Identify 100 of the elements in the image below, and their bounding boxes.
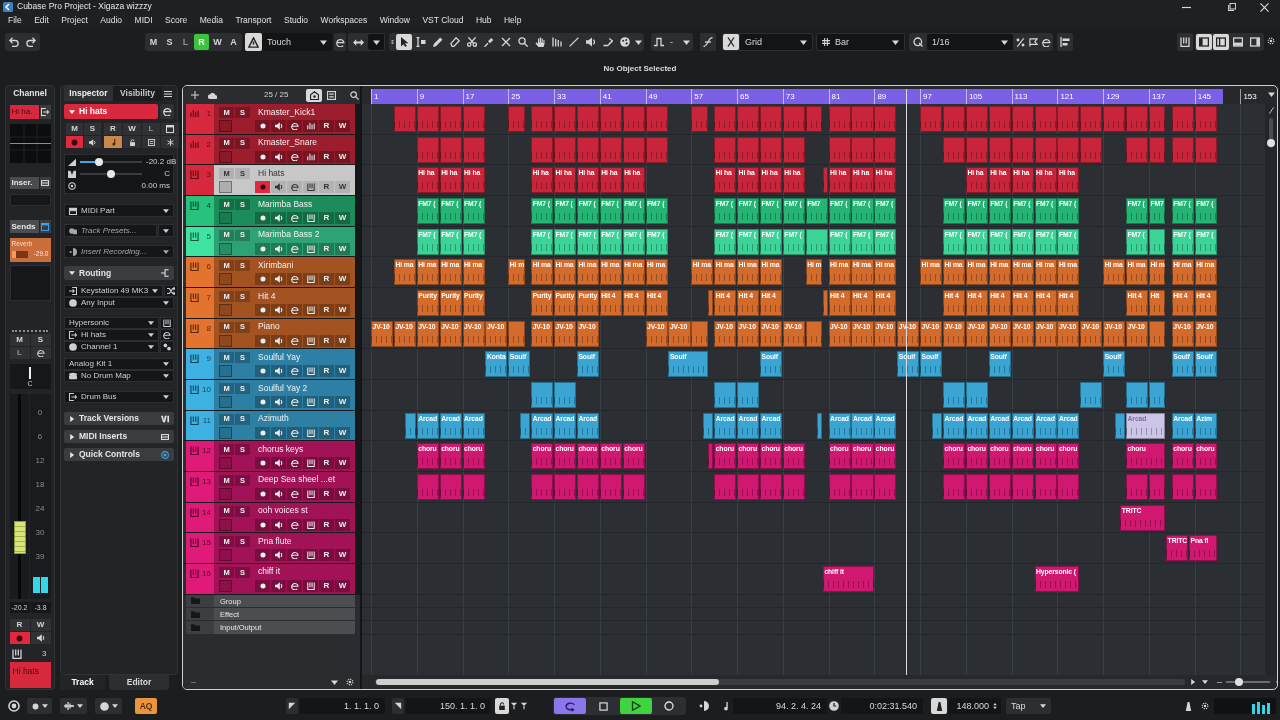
quantize-dropdown[interactable]: 1/16 xyxy=(927,34,1013,50)
read-button[interactable]: R xyxy=(319,518,334,531)
routing-dropdown[interactable]: Analog Kit 1 xyxy=(64,358,174,370)
play-button[interactable] xyxy=(620,698,652,714)
routing-dropdown[interactable]: Keystation 49 MK3 xyxy=(64,285,164,297)
lower-zone-tab[interactable]: Track xyxy=(60,675,105,690)
left-locator-button[interactable] xyxy=(286,698,298,714)
midi-part[interactable] xyxy=(931,412,943,439)
lower-zone-tab[interactable]: Editor xyxy=(109,675,169,690)
lane-toggle[interactable] xyxy=(219,303,232,316)
channel-tab[interactable]: Channel xyxy=(6,86,54,101)
record-enable-button[interactable] xyxy=(255,365,270,378)
monitor-button[interactable] xyxy=(271,211,286,224)
record-enable-button[interactable] xyxy=(255,150,270,163)
record-enable-button[interactable] xyxy=(255,426,270,439)
channel-toggle-button[interactable]: M xyxy=(66,123,83,135)
write-button[interactable]: W xyxy=(335,181,350,194)
automation-button[interactable]: A xyxy=(226,34,241,50)
keyboard-button[interactable] xyxy=(1177,33,1193,51)
zoom-presets-button[interactable] xyxy=(1267,90,1275,98)
lane-toggle[interactable] xyxy=(219,426,232,439)
midi-part[interactable] xyxy=(1126,381,1149,408)
position-field[interactable]: 94. 2. 4. 24 xyxy=(733,698,827,714)
zoom-tool-button[interactable] xyxy=(515,34,531,50)
instrument-button[interactable] xyxy=(303,211,318,224)
left-locator-field[interactable]: 1. 1. 1. 0 xyxy=(300,698,385,714)
routing-dropdown[interactable]: Hi hats xyxy=(64,329,159,341)
edit-instrument-button[interactable] xyxy=(287,181,302,194)
zone-toggle-button[interactable] xyxy=(1230,34,1246,50)
monitor-button[interactable] xyxy=(271,395,286,408)
routing-dropdown[interactable]: Channel 1 xyxy=(64,341,159,353)
cycle-region[interactable] xyxy=(371,89,1224,104)
menu-item[interactable]: Edit xyxy=(34,16,49,26)
monitor-button[interactable] xyxy=(271,334,286,347)
record-enable-button[interactable] xyxy=(255,518,270,531)
edit-instrument-button[interactable] xyxy=(287,334,302,347)
edit-instrument-button[interactable] xyxy=(160,104,174,119)
monitor-button[interactable] xyxy=(271,549,286,562)
note-button[interactable] xyxy=(104,136,122,148)
settings-dots-button[interactable] xyxy=(160,341,174,353)
monitor-button[interactable] xyxy=(271,181,286,194)
read-button[interactable]: R xyxy=(319,426,334,439)
read-button[interactable]: R xyxy=(319,211,334,224)
routing-section-header[interactable]: Routing xyxy=(64,266,174,280)
lane-toggle[interactable] xyxy=(219,211,232,224)
tempo-track-button[interactable] xyxy=(931,698,947,714)
mute-button[interactable]: M xyxy=(9,334,30,346)
write-button[interactable]: W xyxy=(335,365,350,378)
global-solo-button[interactable]: S xyxy=(162,34,177,50)
zone-toggle-button[interactable] xyxy=(1196,34,1212,50)
menu-item[interactable]: Project xyxy=(61,16,88,26)
routing-dropdown[interactable]: Any Input xyxy=(64,297,174,309)
bar-resolution-dropdown[interactable]: Bar xyxy=(817,34,904,50)
preset-dropdown[interactable]: Insert Recording... xyxy=(64,245,174,258)
midi-part[interactable] xyxy=(714,381,737,408)
inserts-settings-button[interactable] xyxy=(39,177,51,189)
record-button[interactable] xyxy=(66,136,83,148)
section-header[interactable]: Quick Controls xyxy=(64,448,174,461)
vertical-zoom-slider[interactable] xyxy=(1269,118,1273,148)
scrollbar-thumb[interactable] xyxy=(376,679,719,685)
midi-part[interactable] xyxy=(708,289,714,316)
write-button[interactable]: W xyxy=(335,334,350,347)
record-enable-button[interactable] xyxy=(255,487,270,500)
routing-dropdown[interactable]: Hypersonic xyxy=(64,317,159,329)
midi-part[interactable] xyxy=(1148,381,1166,408)
zone-toggle-button[interactable] xyxy=(1213,34,1229,50)
midi-part[interactable] xyxy=(737,381,760,408)
instrument-button[interactable] xyxy=(303,273,318,286)
read-button[interactable]: R xyxy=(9,619,30,631)
midi-part[interactable] xyxy=(405,412,416,439)
menu-item[interactable]: File xyxy=(8,16,22,26)
instrument-button[interactable] xyxy=(303,579,318,592)
instrument-button[interactable] xyxy=(303,426,318,439)
instrument-button[interactable] xyxy=(303,395,318,408)
read-button[interactable]: R xyxy=(319,487,334,500)
record-enable-button[interactable] xyxy=(255,334,270,347)
read-button[interactable]: R xyxy=(319,365,334,378)
midi-part[interactable] xyxy=(1080,381,1103,408)
lane-toggle[interactable] xyxy=(219,549,232,562)
slider-thumb[interactable] xyxy=(1235,678,1243,686)
instrument-button[interactable] xyxy=(303,518,318,531)
slider-thumb[interactable] xyxy=(95,158,104,166)
record-enable-button[interactable] xyxy=(255,549,270,562)
edit-instrument-button[interactable] xyxy=(287,365,302,378)
menu-item[interactable]: VST Cloud xyxy=(422,16,464,26)
channel-toggle-button[interactable]: R xyxy=(104,123,122,135)
edit-instrument-button[interactable] xyxy=(287,395,302,408)
global-mute-button[interactable]: M xyxy=(146,34,161,50)
tempo-field[interactable]: 148.000 xyxy=(949,698,1001,714)
write-button[interactable]: W xyxy=(335,150,350,163)
record-enable-button[interactable] xyxy=(255,273,270,286)
list-button[interactable] xyxy=(142,136,160,148)
sync-button[interactable] xyxy=(5,698,22,714)
routing-dropdown[interactable]: No Drum Map xyxy=(64,370,174,382)
edit-instrument-button[interactable] xyxy=(287,487,302,500)
read-button[interactable]: R xyxy=(319,457,334,470)
monitor-button[interactable] xyxy=(271,303,286,316)
write-button[interactable]: W xyxy=(335,395,350,408)
midi-part[interactable] xyxy=(519,412,531,439)
instrument-button[interactable] xyxy=(303,181,318,194)
